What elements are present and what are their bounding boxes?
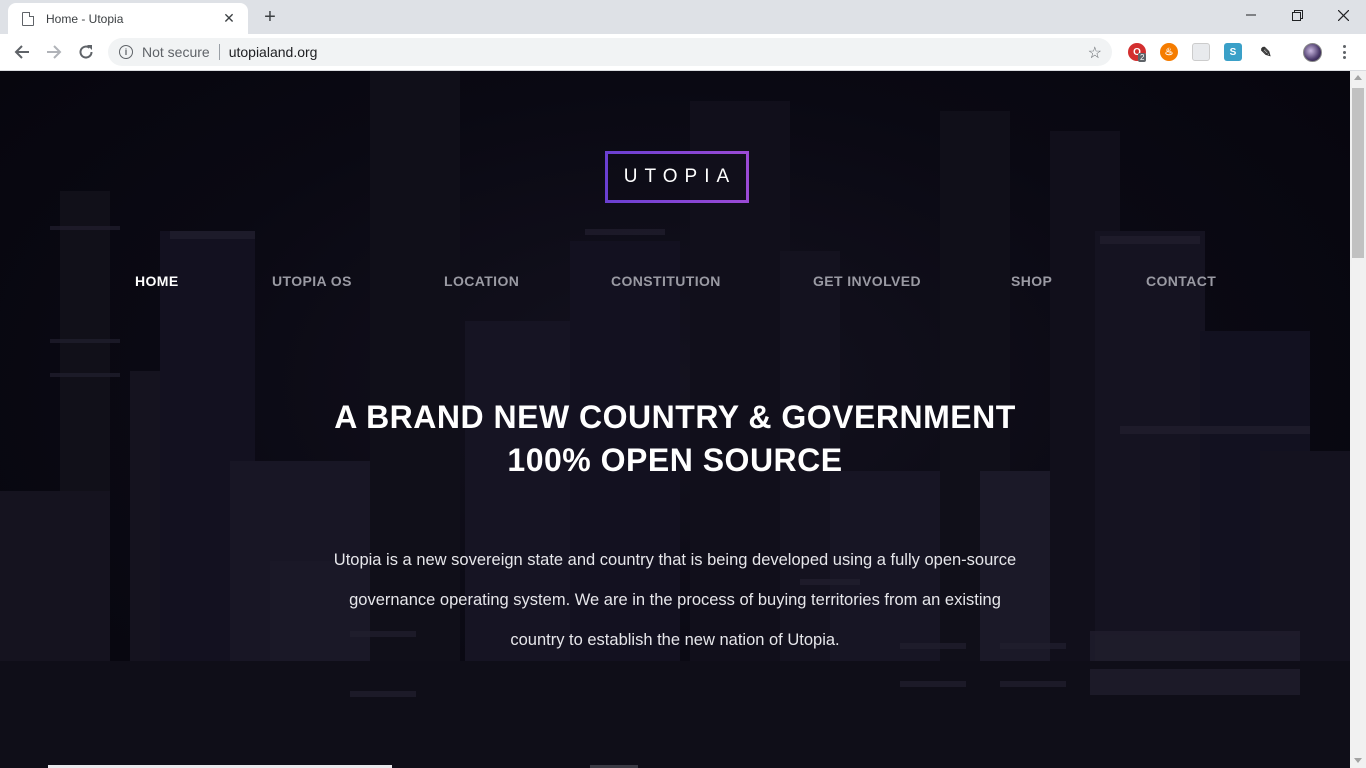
browser-toolbar: i Not secure utopialand.org ☆ O 2 ♨ S ✎	[0, 34, 1366, 99]
nav-contact[interactable]: CONTACT	[1146, 273, 1216, 289]
security-label[interactable]: Not secure	[142, 44, 210, 60]
minimize-button[interactable]	[1228, 0, 1274, 30]
tool-extension-icon[interactable]: S	[1224, 43, 1242, 61]
grid-extension-icon[interactable]	[1192, 43, 1210, 61]
forward-button[interactable]	[40, 38, 68, 66]
scroll-down-arrow-icon[interactable]	[1354, 758, 1362, 763]
tab-strip: Home - Utopia ✕ +	[0, 0, 1366, 34]
new-tab-button[interactable]: +	[258, 5, 282, 29]
bookmark-star-icon[interactable]: ☆	[1088, 43, 1102, 63]
back-arrow-icon	[14, 45, 29, 59]
utopia-logo[interactable]: UTOPIA	[605, 151, 749, 203]
browser-menu-icon[interactable]	[1336, 42, 1352, 62]
forward-arrow-icon	[47, 45, 62, 59]
logo-text: UTOPIA	[623, 166, 737, 187]
address-bar[interactable]: i Not secure utopialand.org ☆	[108, 38, 1112, 66]
fire-extension-icon[interactable]: ♨	[1160, 43, 1178, 61]
minimize-icon	[1246, 14, 1256, 16]
profile-avatar[interactable]	[1303, 43, 1322, 62]
hero-text-line-1: Utopia is a new sovereign state and coun…	[333, 551, 1017, 569]
nav-home[interactable]: HOME	[135, 273, 179, 289]
hero-title-line-2: 100% OPEN SOURCE	[507, 442, 843, 478]
info-icon[interactable]: i	[119, 45, 133, 59]
close-window-button[interactable]	[1320, 0, 1366, 30]
browser-tab[interactable]: Home - Utopia ✕	[8, 3, 248, 34]
nav-location[interactable]: LOCATION	[444, 273, 519, 289]
reload-button[interactable]	[72, 38, 100, 66]
pen-extension-icon[interactable]: ✎	[1257, 43, 1275, 61]
reload-icon	[79, 45, 93, 59]
close-tab-icon[interactable]: ✕	[220, 10, 238, 28]
page-icon	[22, 11, 34, 26]
nav-utopia-os[interactable]: UTOPIA OS	[272, 273, 352, 289]
hero-text-line-3: country to establish the new nation of U…	[510, 631, 840, 649]
back-button[interactable]	[8, 38, 36, 66]
hero-text-line-2: governance operating system. We are in t…	[349, 591, 1001, 609]
hero-title-line-1: A BRAND NEW COUNTRY & GOVERNMENT	[334, 399, 1016, 435]
nav-constitution[interactable]: CONSTITUTION	[611, 273, 721, 289]
scroll-up-arrow-icon[interactable]	[1354, 75, 1362, 80]
nav-get-involved[interactable]: GET INVOLVED	[813, 273, 921, 289]
url-text[interactable]: utopialand.org	[229, 44, 318, 60]
close-icon	[1337, 9, 1349, 21]
restore-button[interactable]	[1274, 0, 1320, 30]
scrollbar-thumb[interactable]	[1352, 88, 1364, 258]
extension-badge: 2	[1138, 53, 1147, 62]
tab-title: Home - Utopia	[46, 11, 124, 26]
page-viewport: UTOPIA HOME UTOPIA OS LOCATION CONSTITUT…	[0, 71, 1350, 768]
restore-icon	[1291, 9, 1303, 21]
omnibox-separator	[218, 44, 220, 60]
page-scrollbar[interactable]	[1350, 71, 1366, 768]
nav-shop[interactable]: SHOP	[1011, 273, 1052, 289]
